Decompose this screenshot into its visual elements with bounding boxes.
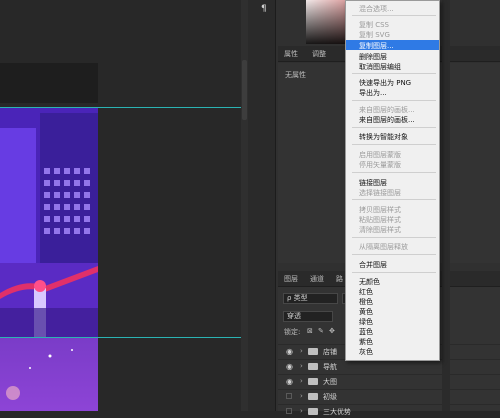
menu-item-color-none[interactable]: 无颜色 (359, 277, 380, 287)
tab-channels[interactable]: 通道 (310, 274, 324, 284)
menu-item-ungroup-layers[interactable]: 取消图层编组 (359, 62, 401, 72)
menu-separator (352, 272, 436, 273)
chevron-right-icon[interactable]: › (300, 377, 303, 385)
menu-separator (352, 73, 436, 74)
panel-scrollbar[interactable] (442, 0, 450, 411)
eye-icon[interactable]: ◉ (286, 347, 293, 356)
menu-separator (352, 172, 436, 173)
collapsed-panel-strip (248, 0, 276, 411)
chevron-right-icon[interactable]: › (300, 347, 303, 355)
chevron-right-icon[interactable]: › (300, 362, 303, 370)
menu-separator (352, 100, 436, 101)
menu-item-enable-layer-mask[interactable]: 启用图层蒙版 (359, 150, 401, 160)
menu-item-blending-options[interactable]: 混合选项... (359, 4, 394, 14)
menu-item-quick-export-png[interactable]: 快速导出为 PNG (359, 78, 411, 88)
artwork-preview-lower (0, 338, 98, 411)
artboard-header-band (0, 63, 98, 103)
menu-item-copy-svg[interactable]: 复制 SVG (359, 30, 390, 40)
tab-adjustments[interactable]: 调整 (312, 49, 326, 59)
artwork-preview (0, 108, 98, 337)
menu-item-convert-smart-object[interactable]: 转换为智能对象 (359, 132, 408, 142)
layer-row[interactable]: › 初级 (278, 389, 500, 403)
menu-item-delete-layer[interactable]: 删除图层 (359, 52, 387, 62)
menu-item-color-blue[interactable]: 蓝色 (359, 327, 373, 337)
folder-icon (308, 378, 318, 385)
menu-separator (352, 144, 436, 145)
tab-properties[interactable]: 属性 (284, 49, 298, 59)
lock-move-icon[interactable]: ✥ (329, 327, 335, 335)
layer-name: 店铺 (323, 348, 337, 356)
folder-icon (308, 363, 318, 370)
menu-item-color-yellow[interactable]: 黄色 (359, 307, 373, 317)
menu-separator (352, 127, 436, 128)
menu-item-disable-vector-mask[interactable]: 停用矢量蒙版 (359, 160, 401, 170)
canvas-scrollbar-thumb[interactable] (242, 60, 247, 120)
chevron-right-icon[interactable]: › (300, 407, 303, 415)
lock-paint-icon[interactable]: ✎ (318, 327, 324, 335)
blend-mode-select[interactable]: 穿透 (283, 311, 333, 322)
menu-item-color-green[interactable]: 绿色 (359, 317, 373, 327)
menu-separator (352, 254, 436, 255)
menu-item-paste-layer-style[interactable]: 粘贴图层样式 (359, 215, 401, 225)
layer-name: 导航 (323, 363, 337, 371)
tab-paths[interactable]: 路 (336, 274, 343, 284)
guide-line-top[interactable] (0, 107, 248, 108)
menu-item-select-linked-layers[interactable]: 选择链接图层 (359, 188, 401, 198)
menu-item-export-as[interactable]: 导出为... (359, 88, 387, 98)
folder-icon (308, 408, 318, 415)
layer-row[interactable]: ◉ › 导航 (278, 359, 500, 373)
menu-item-duplicate-layer[interactable]: 复制图层... (359, 41, 394, 51)
menu-item-link-layers[interactable]: 链接图层 (359, 178, 387, 188)
menu-item-merge-layers[interactable]: 合并图层 (359, 260, 387, 270)
paragraph-icon[interactable]: ¶ (261, 4, 273, 16)
menu-item-color-red[interactable]: 红色 (359, 287, 373, 297)
layer-row[interactable]: ◉ › 大图 (278, 374, 500, 388)
menu-item-artboard-from-layers-1[interactable]: 来自图层的画板... (359, 105, 415, 115)
tab-layers[interactable]: 图层 (284, 274, 298, 284)
menu-item-clear-layer-style[interactable]: 清除图层样式 (359, 225, 401, 235)
menu-item-color-orange[interactable]: 橙色 (359, 297, 373, 307)
lock-transparent-icon[interactable]: ⊠ (307, 327, 313, 335)
menu-item-color-gray[interactable]: 灰色 (359, 347, 373, 357)
eye-icon[interactable]: ◉ (286, 377, 293, 386)
layer-name: 三大优势 (323, 408, 351, 416)
hidden-eye-icon[interactable] (286, 393, 292, 399)
layer-kind-filter[interactable]: ρ 类型 (283, 293, 338, 304)
menu-separator (352, 237, 436, 238)
menu-item-copy-layer-style[interactable]: 拷贝图层样式 (359, 205, 401, 215)
menu-item-release-from-isolation[interactable]: 从隔离图层释放 (359, 242, 408, 252)
menu-item-color-violet[interactable]: 紫色 (359, 337, 373, 347)
hidden-eye-icon[interactable] (286, 408, 292, 414)
no-properties-text: 无属性 (285, 71, 306, 79)
layer-name: 大图 (323, 378, 337, 386)
folder-icon (308, 393, 318, 400)
menu-separator (352, 199, 436, 200)
menu-item-artboard-from-layers-2[interactable]: 来自图层的画板... (359, 115, 415, 125)
guide-line-bottom[interactable] (0, 337, 248, 338)
layer-name: 初级 (323, 393, 337, 401)
eye-icon[interactable]: ◉ (286, 362, 293, 371)
folder-icon (308, 348, 318, 355)
lock-label: 锁定: (284, 328, 301, 336)
menu-separator (352, 15, 436, 16)
menu-item-copy-css[interactable]: 复制 CSS (359, 20, 389, 30)
layer-row[interactable]: › 三大优势 (278, 404, 500, 418)
chevron-right-icon[interactable]: › (300, 392, 303, 400)
